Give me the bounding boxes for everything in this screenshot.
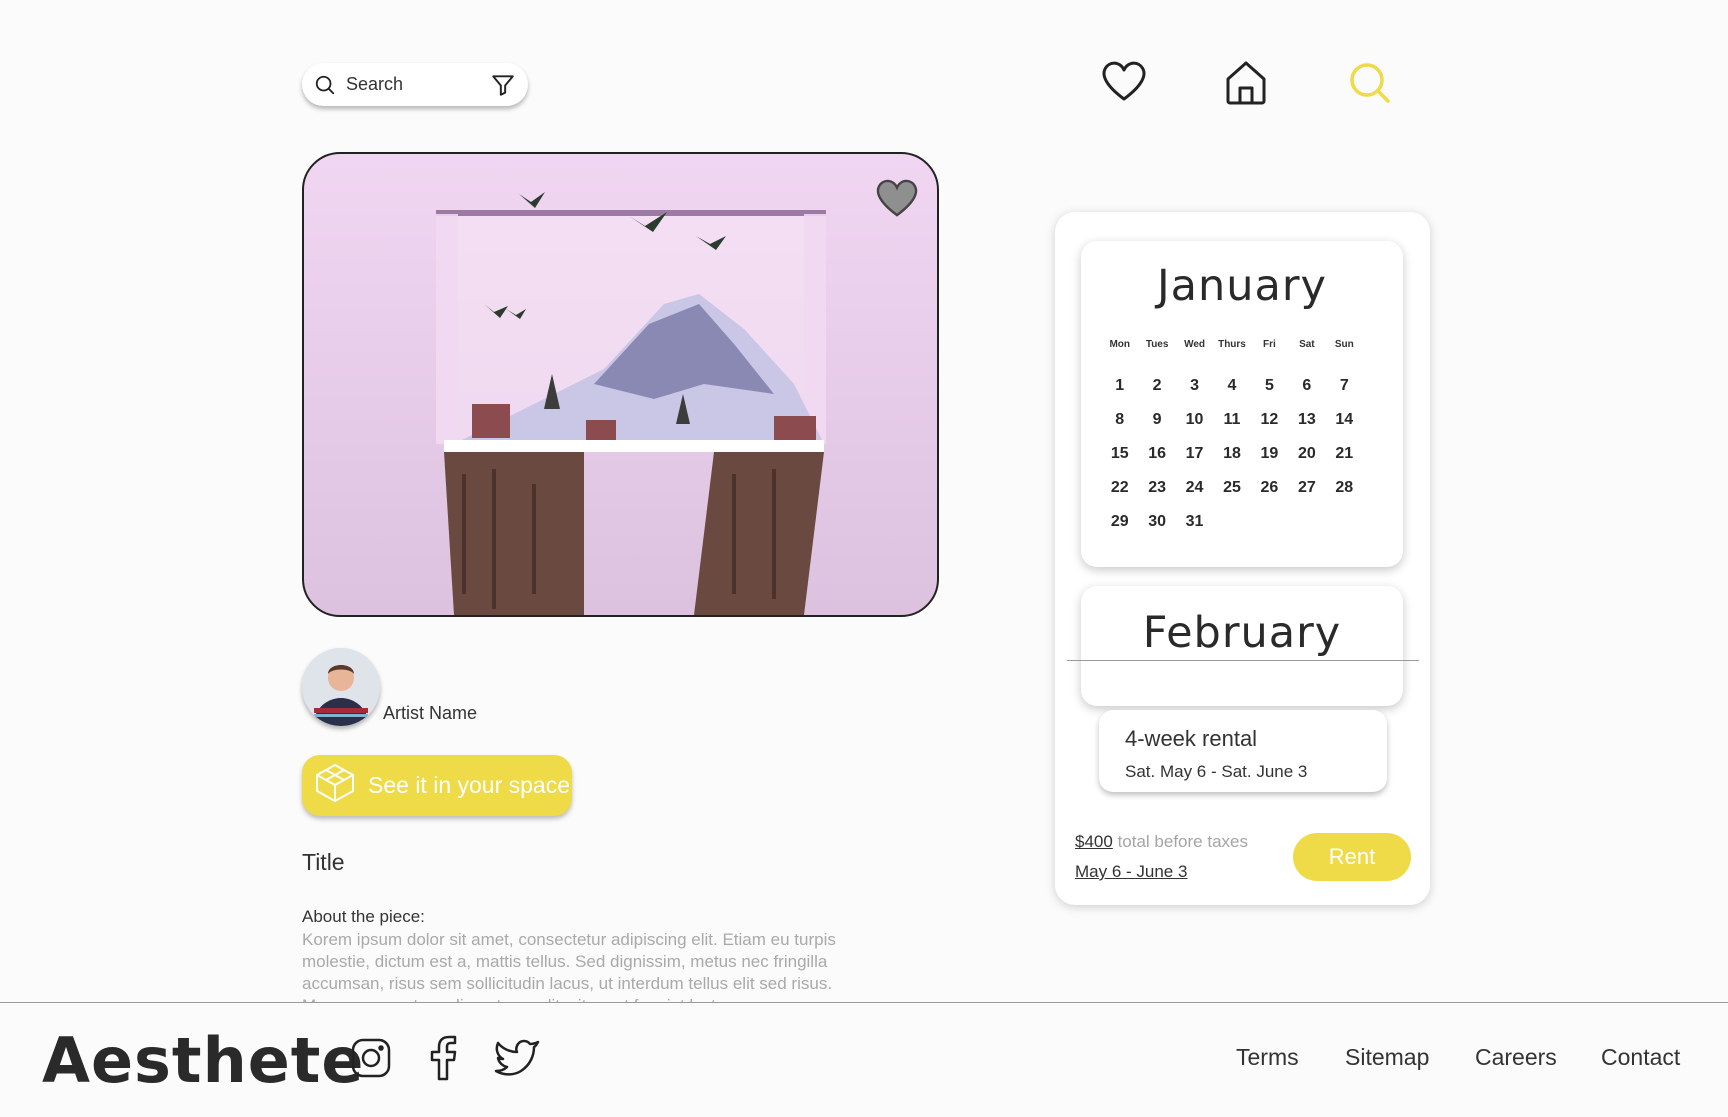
- calendar-day[interactable]: 22: [1101, 479, 1138, 497]
- calendar-day[interactable]: 23: [1138, 479, 1175, 497]
- filter-icon[interactable]: [490, 72, 516, 98]
- artist-name[interactable]: Artist Name: [383, 703, 477, 724]
- calendar-day[interactable]: 25: [1213, 479, 1250, 497]
- calendar-day[interactable]: 21: [1326, 445, 1363, 463]
- weekday-label: Sun: [1334, 339, 1354, 350]
- divider: [1067, 660, 1419, 661]
- footer-divider: [0, 1002, 1728, 1003]
- calendar-day[interactable]: 18: [1213, 445, 1250, 463]
- calendar-day[interactable]: 5: [1251, 377, 1288, 395]
- calendar-day[interactable]: 20: [1288, 445, 1325, 463]
- footer-link-contact[interactable]: Contact: [1601, 1044, 1680, 1071]
- calendar-january: January Mon Tues Wed Thurs Fri Sat Sun 1…: [1081, 241, 1403, 567]
- month-name: February: [1142, 608, 1342, 658]
- search-input[interactable]: Search: [346, 74, 490, 95]
- calendar-day[interactable]: 6: [1288, 377, 1325, 395]
- calendar-day[interactable]: 9: [1138, 411, 1175, 429]
- about-text: Korem ipsum dolor sit amet, consectetur …: [302, 930, 836, 1003]
- calendar-day[interactable]: 19: [1251, 445, 1288, 463]
- calendar-week: 8 9 10 11 12 13 14: [1101, 411, 1363, 429]
- calendar-week: 15 16 17 18 19 20 21: [1101, 445, 1363, 463]
- calendar-week: 22 23 24 25 26 27 28: [1101, 479, 1363, 497]
- calendar-day[interactable]: 28: [1326, 479, 1363, 497]
- calendar-day: [1326, 513, 1363, 531]
- search-nav-icon[interactable]: [1349, 62, 1391, 104]
- calendar-day[interactable]: 4: [1213, 377, 1250, 395]
- footer-link-careers[interactable]: Careers: [1475, 1044, 1557, 1071]
- weekday-label: Fri: [1263, 339, 1276, 350]
- twitter-icon[interactable]: [494, 1037, 540, 1082]
- calendar-day[interactable]: 12: [1251, 411, 1288, 429]
- rental-option[interactable]: 4-week rental Sat. May 6 - Sat. June 3: [1099, 710, 1387, 792]
- calendar-day[interactable]: 3: [1176, 377, 1213, 395]
- favorite-heart-icon[interactable]: [875, 178, 919, 223]
- search-icon: [314, 74, 336, 96]
- price-amount: $400: [1075, 832, 1113, 851]
- weekday-label: Sat: [1299, 339, 1315, 350]
- rent-button[interactable]: Rent: [1293, 833, 1411, 881]
- piece-title: Title: [302, 849, 345, 875]
- weekday-label: Thurs: [1218, 339, 1246, 350]
- about-label: About the piece:: [302, 907, 425, 926]
- calendar-day[interactable]: 31: [1176, 513, 1213, 531]
- artwork-image[interactable]: [302, 152, 939, 617]
- heart-icon[interactable]: [1101, 60, 1147, 102]
- calendar-day[interactable]: 11: [1213, 411, 1250, 429]
- calendar-day[interactable]: 1: [1101, 377, 1138, 395]
- cube-icon: [314, 763, 356, 809]
- calendar-day[interactable]: 24: [1176, 479, 1213, 497]
- calendar-day[interactable]: 17: [1176, 445, 1213, 463]
- calendar-day[interactable]: 2: [1138, 377, 1175, 395]
- calendar-week: 1234567: [1101, 377, 1363, 395]
- calendar-day[interactable]: 29: [1101, 513, 1138, 531]
- weekday-row: Mon Tues Wed Thurs Fri Sat Sun: [1101, 339, 1363, 350]
- instagram-icon[interactable]: [350, 1037, 392, 1084]
- search-bar[interactable]: Search: [302, 63, 528, 106]
- calendar-day[interactable]: 27: [1288, 479, 1325, 497]
- booking-panel: January Mon Tues Wed Thurs Fri Sat Sun 1…: [1055, 212, 1430, 905]
- calendar-day[interactable]: 14: [1326, 411, 1363, 429]
- rental-dates: Sat. May 6 - Sat. June 3: [1125, 762, 1308, 781]
- facebook-icon[interactable]: [428, 1035, 458, 1086]
- weekday-label: Wed: [1184, 339, 1206, 350]
- price-date-range[interactable]: May 6 - June 3: [1075, 862, 1187, 882]
- calendar-day[interactable]: 13: [1288, 411, 1325, 429]
- weekday-label: Mon: [1109, 339, 1130, 350]
- calendar-day[interactable]: 26: [1251, 479, 1288, 497]
- brand-logo[interactable]: Aesthete: [42, 1024, 364, 1097]
- price-suffix: total before taxes: [1117, 832, 1248, 851]
- footer-link-sitemap[interactable]: Sitemap: [1345, 1044, 1429, 1071]
- calendar-day[interactable]: 15: [1101, 445, 1138, 463]
- price-summary: $400 total before taxes: [1075, 832, 1248, 852]
- footer-link-terms[interactable]: Terms: [1236, 1044, 1299, 1071]
- calendar-week: 29 30 31: [1101, 513, 1363, 531]
- see-in-space-button[interactable]: See it in your space: [302, 755, 572, 816]
- calendar-day: [1213, 513, 1250, 531]
- calendar-february: February: [1081, 586, 1403, 706]
- calendar-day: [1251, 513, 1288, 531]
- home-icon[interactable]: [1225, 60, 1267, 106]
- rental-title: 4-week rental: [1125, 726, 1258, 751]
- calendar-day: [1288, 513, 1325, 531]
- weekday-label: Tues: [1145, 339, 1169, 350]
- avatar[interactable]: [302, 648, 380, 726]
- calendar-day[interactable]: 7: [1326, 377, 1363, 395]
- calendar-day[interactable]: 8: [1101, 411, 1138, 429]
- month-name: January: [1156, 261, 1327, 311]
- see-in-space-label: See it in your space: [368, 772, 571, 798]
- calendar-day[interactable]: 30: [1138, 513, 1175, 531]
- calendar-day[interactable]: 10: [1176, 411, 1213, 429]
- calendar-day[interactable]: 16: [1138, 445, 1175, 463]
